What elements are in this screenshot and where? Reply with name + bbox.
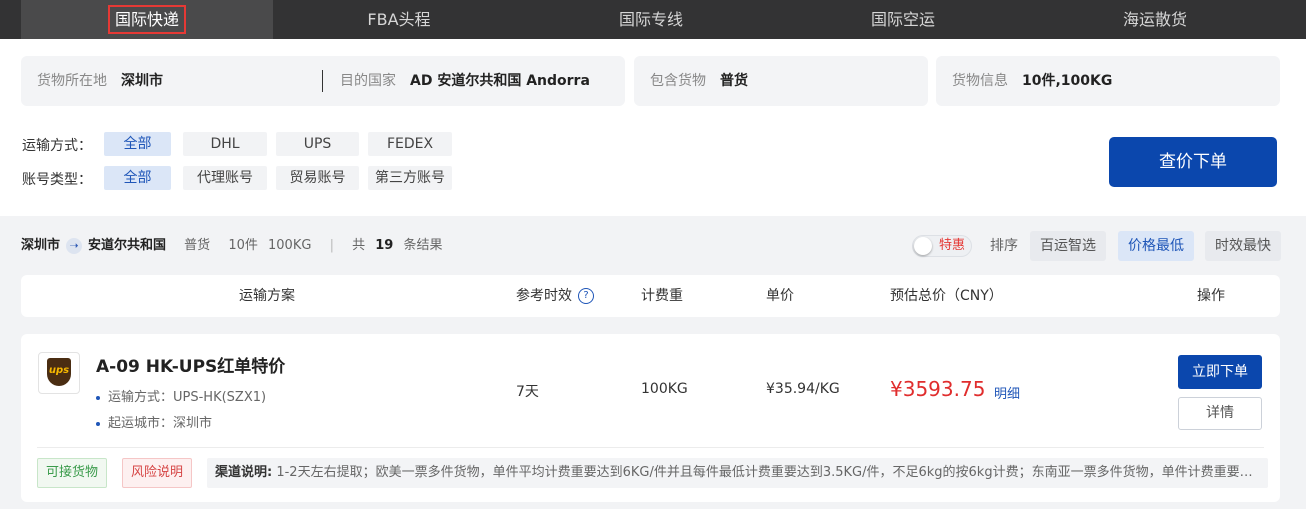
header-weight: 计费重 [641,288,683,304]
special-offer-toggle[interactable]: 特惠 [912,235,972,257]
carrier-logo: ups [38,352,80,394]
destination-field[interactable]: 目的国家 AD 安道尔共和国 Andorra [340,56,590,106]
route-selector: 货物所在地 深圳市 目的国家 AD 安道尔共和国 Andorra [21,56,625,106]
account-option-agent[interactable]: 代理账号 [183,166,267,190]
transport-option-fedex[interactable]: FEDEX [368,132,452,156]
query-order-button[interactable]: 查价下单 [1109,137,1277,187]
tab-sea-freight[interactable]: 海运散货 [1029,0,1281,39]
service-tabs: 国际快递 FBA头程 国际专线 国际空运 海运散货 [0,0,1306,39]
toggle-knob [914,237,932,255]
search-summary: 深圳市 ➝ 安道尔共和国 普货 10件 100KG | 共 19 条结果 [21,237,443,254]
transport-label: 运输方式： [22,138,92,154]
tab-international-air[interactable]: 国际空运 [777,0,1029,39]
price-detail-link[interactable]: 明细 [994,383,1020,402]
plan-city: 起运城市：深圳市 [96,412,212,431]
cargo-info-field[interactable]: 货物信息 10件,100KG [936,56,1280,106]
order-now-button[interactable]: 立即下单 [1178,355,1262,389]
header-total: 预估总价（CNY） [890,288,1003,304]
plan-title[interactable]: A-09 HK-UPS红单特价 [96,352,285,377]
filter-panel: 货物所在地 深圳市 目的国家 AD 安道尔共和国 Andorra 包含货物 普货 货物… [0,39,1306,216]
card-divider [37,447,1264,448]
plan-time: 7天 [516,384,539,400]
result-card: ups A-09 HK-UPS红单特价 运输方式：UPS-HK(SZX1) 起运… [21,334,1280,502]
sort-smart[interactable]: 百运智选 [1030,231,1106,261]
tab-international-line[interactable]: 国际专线 [525,0,777,39]
help-icon[interactable]: ? [578,288,594,304]
goods-field[interactable]: 包含货物 普货 [634,56,928,106]
ups-logo-icon: ups [47,358,71,386]
plan-total-price: ¥3593.75 [890,377,986,401]
origin-field[interactable]: 货物所在地 深圳市 [37,56,163,106]
plan-weight: 100KG [641,381,688,397]
channel-note: 渠道说明: 1-2天左右提取；欧美一票多件货物，单件平均计费重要达到6KG/件并… [207,458,1268,488]
transport-option-dhl[interactable]: DHL [183,132,267,156]
acceptable-goods-tag[interactable]: 可接货物 [37,458,108,488]
results-table-header: 运输方案 参考时效? 计费重 单价 预估总价（CNY） 操作 [21,275,1280,317]
header-unit-price: 单价 [766,288,794,304]
header-plan: 运输方案 [239,288,295,304]
header-time: 参考时效? [516,275,594,317]
sort-label: 排序 [990,238,1018,254]
account-option-third-party[interactable]: 第三方账号 [368,166,452,190]
tab-fba[interactable]: FBA头程 [273,0,525,39]
header-action: 操作 [1197,288,1225,304]
sort-fastest[interactable]: 时效最快 [1205,231,1281,261]
account-option-all[interactable]: 全部 [104,166,171,190]
transport-option-ups[interactable]: UPS [276,132,359,156]
result-count: 19 [375,238,394,253]
account-label: 账号类型： [22,172,92,188]
route-divider [322,70,323,92]
bullet-icon [96,395,100,400]
transport-option-all[interactable]: 全部 [104,132,171,156]
plan-unit-price: ¥35.94/KG [766,381,840,397]
route-arrow-icon: ➝ [66,237,83,254]
sort-lowest-price[interactable]: 价格最低 [1118,231,1194,261]
details-button[interactable]: 详情 [1178,397,1262,430]
account-option-trade[interactable]: 贸易账号 [276,166,359,190]
bullet-icon [96,421,100,426]
risk-notice-tag[interactable]: 风险说明 [122,458,193,488]
tab-international-express[interactable]: 国际快递 [21,0,273,39]
plan-method: 运输方式：UPS-HK(SZX1) [96,386,266,405]
